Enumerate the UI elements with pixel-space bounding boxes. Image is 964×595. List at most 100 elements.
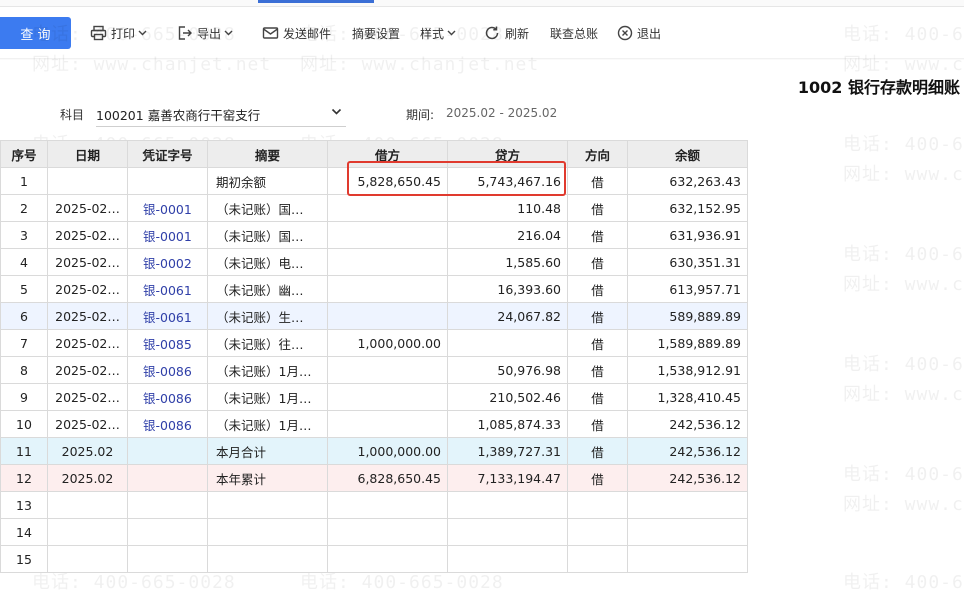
subject-value: 100201 嘉善农商行干窑支行 <box>96 107 261 123</box>
refresh-icon <box>485 26 499 40</box>
summary-settings-label: 摘要设置 <box>352 26 401 41</box>
summary-cell: 期初余额 <box>207 167 328 195</box>
voucher-link[interactable]: 银-0061 <box>127 275 208 303</box>
query-button[interactable]: 查 询 <box>0 17 71 49</box>
table-row[interactable]: 15 <box>0 545 748 573</box>
credit-cell: 1,585.60 <box>447 248 568 276</box>
exit-label: 退出 <box>637 26 662 41</box>
voucher-link[interactable]: 银-0002 <box>127 248 208 276</box>
date-cell <box>47 491 128 519</box>
header-debit[interactable]: 借方 <box>327 140 448 168</box>
voucher-link[interactable]: 银-0001 <box>127 221 208 249</box>
date-cell: 2025-02… <box>47 248 128 276</box>
period-label: 期间: <box>406 108 435 122</box>
date-cell <box>47 518 128 546</box>
row-number: 4 <box>0 248 48 276</box>
direction-cell: 借 <box>567 167 628 195</box>
table-row[interactable]: 6 2025-02… 银-0061 （未记账）生… 24,067.82 借 589,889.… <box>0 302 748 330</box>
table-row[interactable]: 4 2025-02… 银-0002 （未记账）电… 1,585.60 借 630,351.3… <box>0 248 748 276</box>
refresh-button[interactable]: 刷新 <box>484 17 529 49</box>
table-row[interactable]: 13 <box>0 491 748 519</box>
table-row[interactable]: 8 2025-02… 银-0086 （未记账）1月… 50,976.98 借 1,538,9… <box>0 356 748 384</box>
export-label: 导出 <box>197 26 222 41</box>
balance-cell <box>627 545 748 573</box>
style-label: 样式 <box>420 26 445 41</box>
table-row[interactable]: 10 2025-02… 银-0086 （未记账）1月… 1,085,874.33 借 242… <box>0 410 748 438</box>
ledger-table: 序号 日期 凭证字号 摘要 借方 贷方 方向 余额 1 期初余额 5,828,650… <box>0 140 748 573</box>
print-label: 打印 <box>111 26 136 41</box>
credit-cell <box>447 545 568 573</box>
debit-cell <box>327 275 448 303</box>
table-row[interactable]: 3 2025-02… 银-0001 （未记账）国… 216.04 借 631,936.91 <box>0 221 748 249</box>
balance-cell: 242,536.12 <box>627 464 748 492</box>
subject-select[interactable]: 100201 嘉善农商行干窑支行 <box>96 102 346 127</box>
credit-cell: 5,743,467.16 <box>447 167 568 195</box>
table-row[interactable]: 7 2025-02… 银-0085 （未记账）往… 1,000,000.00 借 1,589… <box>0 329 748 357</box>
print-menu[interactable]: 打印 <box>90 17 151 49</box>
direction-cell: 借 <box>567 275 628 303</box>
summary-cell: （未记账）1月… <box>207 356 328 384</box>
debit-cell: 5,828,650.45 <box>327 167 448 195</box>
table-row[interactable]: 5 2025-02… 银-0061 （未记账）幽… 16,393.60 借 613,957.… <box>0 275 748 303</box>
debit-cell <box>327 248 448 276</box>
table-row[interactable]: 1 期初余额 5,828,650.45 5,743,467.16 借 632,263.43 <box>0 167 748 195</box>
date-cell: 2025-02… <box>47 329 128 357</box>
credit-cell: 7,133,194.47 <box>447 464 568 492</box>
credit-cell: 1,389,727.31 <box>447 437 568 465</box>
style-menu[interactable]: 样式 <box>420 17 460 49</box>
voucher-link[interactable]: 银-0086 <box>127 356 208 384</box>
debit-cell <box>327 545 448 573</box>
header-no[interactable]: 序号 <box>0 140 48 168</box>
table-row[interactable]: 14 <box>0 518 748 546</box>
row-number: 7 <box>0 329 48 357</box>
balance-cell: 632,152.95 <box>627 194 748 222</box>
row-number: 14 <box>0 518 48 546</box>
direction-cell: 借 <box>567 194 628 222</box>
summary-cell <box>207 545 328 573</box>
linked-ledger-label: 联查总账 <box>550 26 599 41</box>
voucher-link[interactable]: 银-0001 <box>127 194 208 222</box>
debit-cell <box>327 383 448 411</box>
header-direction[interactable]: 方向 <box>567 140 628 168</box>
debit-cell: 1,000,000.00 <box>327 437 448 465</box>
page-title: 1002 银行存款明细账 <box>797 78 960 97</box>
table-row[interactable]: 2 2025-02… 银-0001 （未记账）国… 110.48 借 632,152.95 <box>0 194 748 222</box>
row-number: 6 <box>0 302 48 330</box>
header-balance[interactable]: 余额 <box>627 140 748 168</box>
chevron-down-icon <box>138 30 147 36</box>
direction-cell: 借 <box>567 437 628 465</box>
linked-ledger-button[interactable]: 联查总账 <box>550 17 598 49</box>
send-mail-button[interactable]: 发送邮件 <box>262 17 331 49</box>
chevron-down-icon <box>447 30 456 36</box>
debit-cell <box>327 518 448 546</box>
summary-settings-button[interactable]: 摘要设置 <box>352 17 400 49</box>
table-row[interactable]: 9 2025-02… 银-0086 （未记账）1月… 210,502.46 借 1,328,… <box>0 383 748 411</box>
summary-cell: （未记账）国… <box>207 194 328 222</box>
row-number: 10 <box>0 410 48 438</box>
voucher-link[interactable]: 银-0085 <box>127 329 208 357</box>
balance-cell: 1,328,410.45 <box>627 383 748 411</box>
header-summary[interactable]: 摘要 <box>207 140 328 168</box>
balance-cell: 630,351.31 <box>627 248 748 276</box>
voucher-link[interactable]: 银-0061 <box>127 302 208 330</box>
balance-cell: 1,589,889.89 <box>627 329 748 357</box>
voucher-link <box>127 437 208 465</box>
date-cell: 2025-02… <box>47 302 128 330</box>
header-voucher[interactable]: 凭证字号 <box>127 140 208 168</box>
table-header: 序号 日期 凭证字号 摘要 借方 贷方 方向 余额 <box>0 140 748 168</box>
table-row[interactable]: 11 2025.02 本月合计 1,000,000.00 1,389,727.31 借 24… <box>0 437 748 465</box>
header-date[interactable]: 日期 <box>47 140 128 168</box>
direction-cell <box>567 491 628 519</box>
exit-button[interactable]: 退出 <box>617 17 661 49</box>
credit-cell <box>447 491 568 519</box>
date-cell: 2025-02… <box>47 356 128 384</box>
voucher-link[interactable]: 银-0086 <box>127 383 208 411</box>
table-row[interactable]: 12 2025.02 本年累计 6,828,650.45 7,133,194.47 借 24… <box>0 464 748 492</box>
voucher-link[interactable]: 银-0086 <box>127 410 208 438</box>
date-cell <box>47 545 128 573</box>
export-menu[interactable]: 导出 <box>177 17 237 49</box>
debit-cell <box>327 356 448 384</box>
credit-cell <box>447 329 568 357</box>
debit-cell <box>327 221 448 249</box>
header-credit[interactable]: 贷方 <box>447 140 568 168</box>
